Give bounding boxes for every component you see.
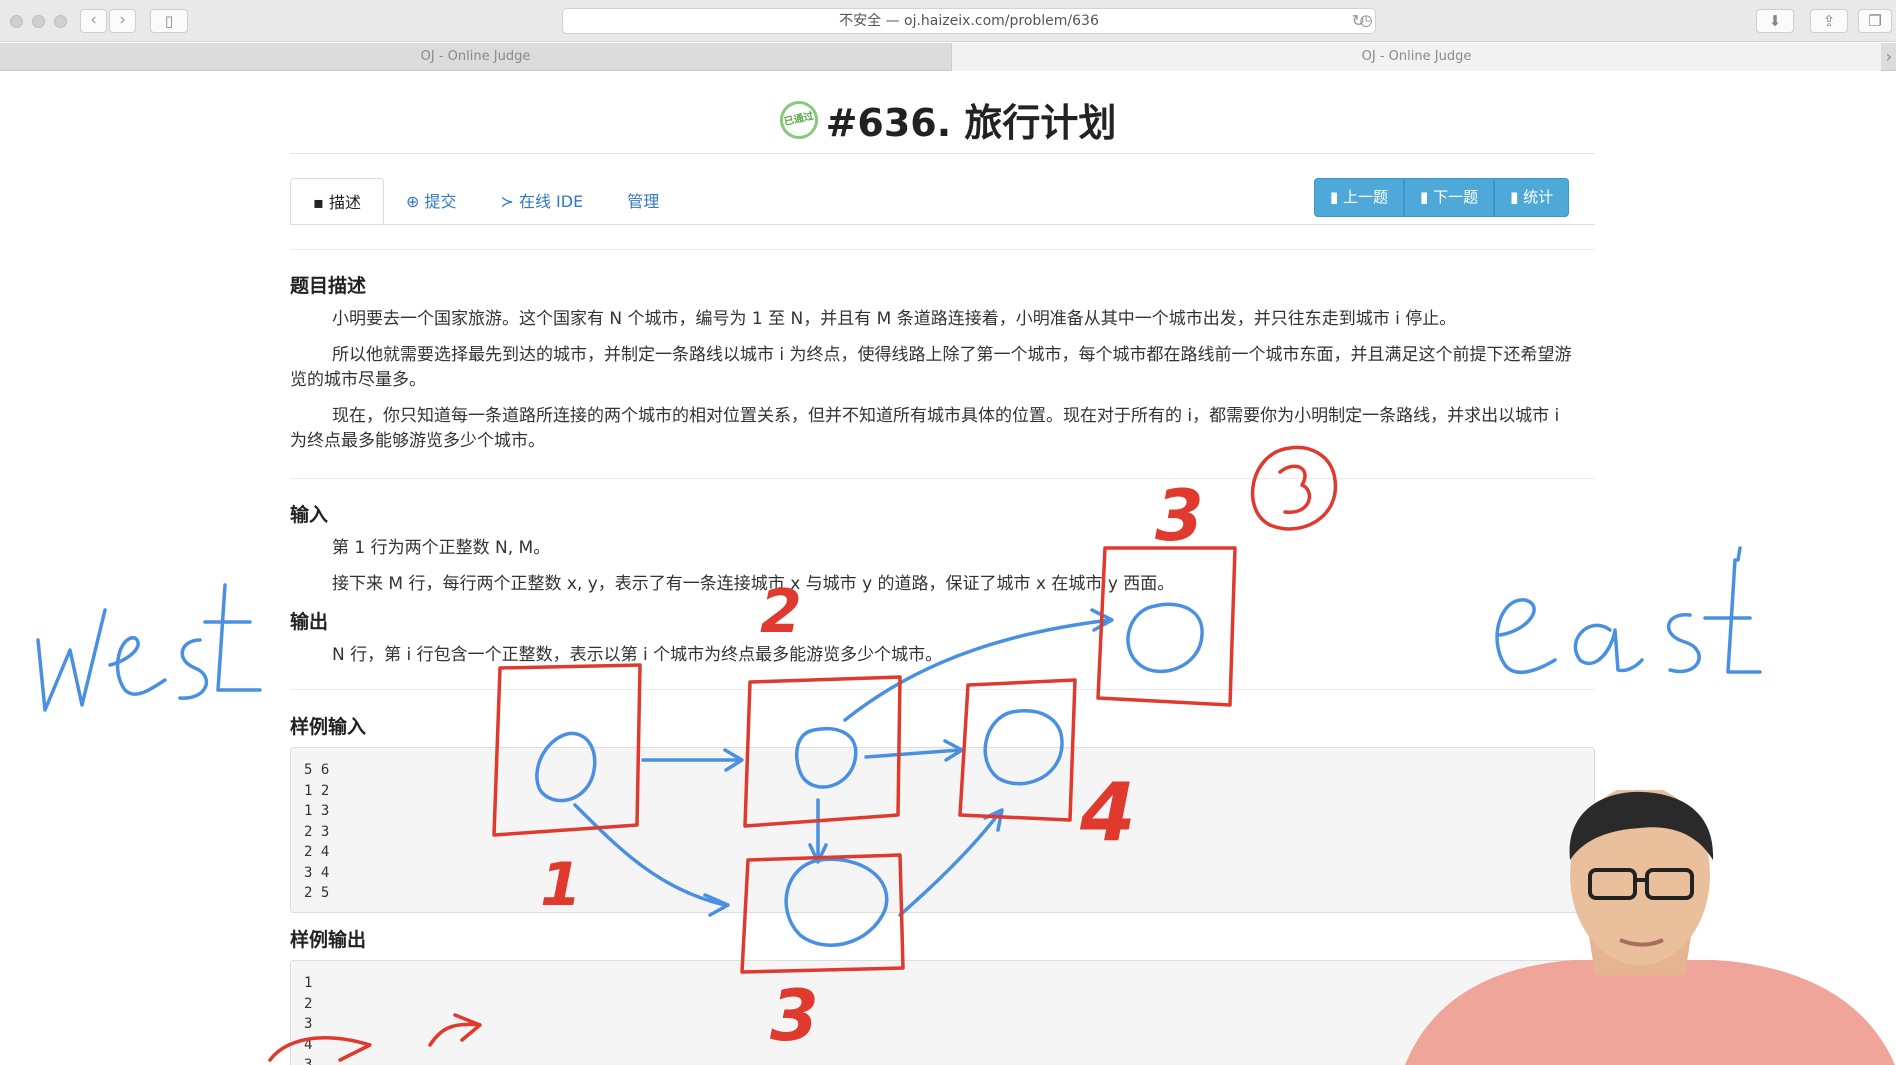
address-path: /problem/636 [1004, 13, 1099, 29]
tab-label: 描述 [328, 193, 361, 212]
input-heading: 输入 [290, 504, 329, 526]
code-line: 3 4 [304, 864, 330, 881]
code-line: 2 [304, 995, 313, 1012]
code-line: 2 5 [304, 885, 330, 901]
address-host: oj.haizeix.com [904, 13, 1005, 29]
output-paragraph: N 行，第 i 行包含一个正整数，表示以第 i 个城市为终点最多能游览多少个城市… [332, 645, 943, 665]
code-line: 2 3 [304, 823, 330, 840]
code-line: 3 [304, 1016, 313, 1032]
bar-chart-icon: ▮ [1510, 188, 1524, 206]
chevron-left-icon: ‹ [90, 10, 97, 30]
statistics-button[interactable]: ▮ 统计 [1494, 178, 1570, 217]
chevron-right-icon: › [119, 10, 126, 30]
tab-label: 管理 [627, 192, 660, 211]
screen: ‹ › ▯ 不安全 — oj.haizeix.com/problem/636 ↻… [0, 0, 1896, 1065]
code-line: 5 6 [304, 762, 330, 778]
west-word [36, 583, 262, 712]
bar-chart-icon: ▮ [1420, 188, 1434, 206]
accepted-badge: 已通过 [776, 96, 822, 143]
forward-button[interactable]: › [109, 9, 136, 33]
code-line: 2 4 [304, 844, 330, 860]
back-button[interactable]: ‹ [80, 9, 107, 33]
code-line: 3 [304, 1057, 313, 1065]
problem-nav-buttons: ▮ 上一题 ▮ 下一题 ▮ 统计 [1314, 178, 1570, 217]
tab-online-ide[interactable]: ≻ 在线 IDE [478, 178, 605, 225]
tab-description[interactable]: ▪ 描述 [290, 178, 384, 225]
code-line: 4 [304, 1036, 313, 1053]
sidebar-icon: ▯ [164, 12, 174, 30]
tab-active[interactable]: OJ - Online Judge [0, 43, 951, 71]
presenter-image [1405, 790, 1895, 1065]
tabs-icon: ❐ [1868, 12, 1882, 30]
title-divider [290, 153, 1595, 154]
tab-submit[interactable]: ⊕ 提交 [384, 178, 479, 225]
code-line: 1 [304, 975, 313, 991]
problem-header: 已通过 #636. 旅行计划 [0, 92, 1896, 147]
share-button[interactable]: ⇪ [1810, 9, 1848, 33]
problem-menu: ▪ 描述 ⊕ 提交 ≻ 在线 IDE 管理 [290, 178, 681, 225]
window-minimize-button[interactable] [32, 15, 45, 28]
button-label: 上一题 [1343, 188, 1389, 206]
share-icon: ⇪ [1822, 12, 1836, 30]
circled-three [1250, 445, 1338, 531]
code-line: 1 3 [304, 803, 330, 819]
sidebar-toggle-button[interactable]: ▯ [150, 9, 188, 33]
description-paragraph: 所以他就需要选择最先到达的城市，并制定一条路线以城市 i 为终点，使得线路上除了… [290, 345, 1572, 390]
problem-title-wrap: 已通过 #636. 旅行计划 [776, 92, 1117, 147]
bar-chart-icon: ▮ [1330, 188, 1344, 206]
description-heading: 题目描述 [290, 275, 367, 297]
code-line: 1 2 [304, 782, 330, 799]
description-paragraph: 小明要去一个国家旅游。这个国家有 N 个城市，编号为 1 至 N，并且有 M 条… [332, 309, 1457, 329]
sample-input-heading: 样例输入 [290, 716, 367, 738]
new-tab-button[interactable]: › [1882, 43, 1896, 71]
upload-icon: ⊕ [405, 192, 425, 211]
section-divider [290, 249, 1595, 250]
window-zoom-button[interactable] [54, 15, 67, 28]
menu-divider [290, 224, 1595, 225]
description-paragraph: 现在，你只知道每一条道路所连接的两个城市的相对位置关系，但并不知道所有城市具体的… [290, 406, 1560, 451]
prev-problem-button[interactable]: ▮ 上一题 [1314, 178, 1405, 217]
tab-title: OJ - Online Judge [420, 49, 531, 64]
history-icon[interactable]: ◷ [1352, 9, 1380, 33]
tab-title: OJ - Online Judge [1361, 49, 1472, 64]
section-divider [290, 478, 1595, 479]
tab-label: 提交 [424, 192, 457, 211]
input-paragraph: 第 1 行为两个正整数 N, M。 [332, 538, 551, 558]
section-divider [290, 689, 1595, 690]
output-heading: 输出 [290, 611, 329, 633]
input-paragraph: 接下来 M 行，每行两个正整数 x, y，表示了有一条连接城市 x 与城市 y … [332, 574, 1175, 594]
button-label: 下一题 [1433, 188, 1479, 206]
button-label: 统计 [1523, 188, 1554, 206]
tab-inactive[interactable]: OJ - Online Judge [951, 43, 1881, 71]
tab-manage[interactable]: 管理 [605, 178, 681, 225]
next-problem-button[interactable]: ▮ 下一题 [1404, 178, 1495, 217]
downloads-button[interactable]: ⬇ [1756, 9, 1794, 33]
webcam-overlay [1395, 790, 1896, 1065]
tab-label: 在线 IDE [518, 192, 584, 211]
tab-bar: OJ - Online Judge OJ - Online Judge › [0, 43, 1896, 71]
download-icon: ⬇ [1768, 12, 1782, 30]
document-icon: ▪ [313, 193, 329, 212]
address-bar[interactable]: 不安全 — oj.haizeix.com/problem/636 ↻ [562, 8, 1376, 34]
address-security-label: 不安全 — [839, 13, 905, 29]
sample-output-heading: 样例输出 [290, 929, 367, 951]
window-close-button[interactable] [10, 15, 23, 28]
problem-title: #636. 旅行计划 [825, 101, 1117, 145]
terminal-icon: ≻ [500, 192, 519, 211]
tabs-overview-button[interactable]: ❐ [1858, 9, 1892, 33]
browser-toolbar: ‹ › ▯ 不安全 — oj.haizeix.com/problem/636 ↻… [0, 0, 1896, 42]
